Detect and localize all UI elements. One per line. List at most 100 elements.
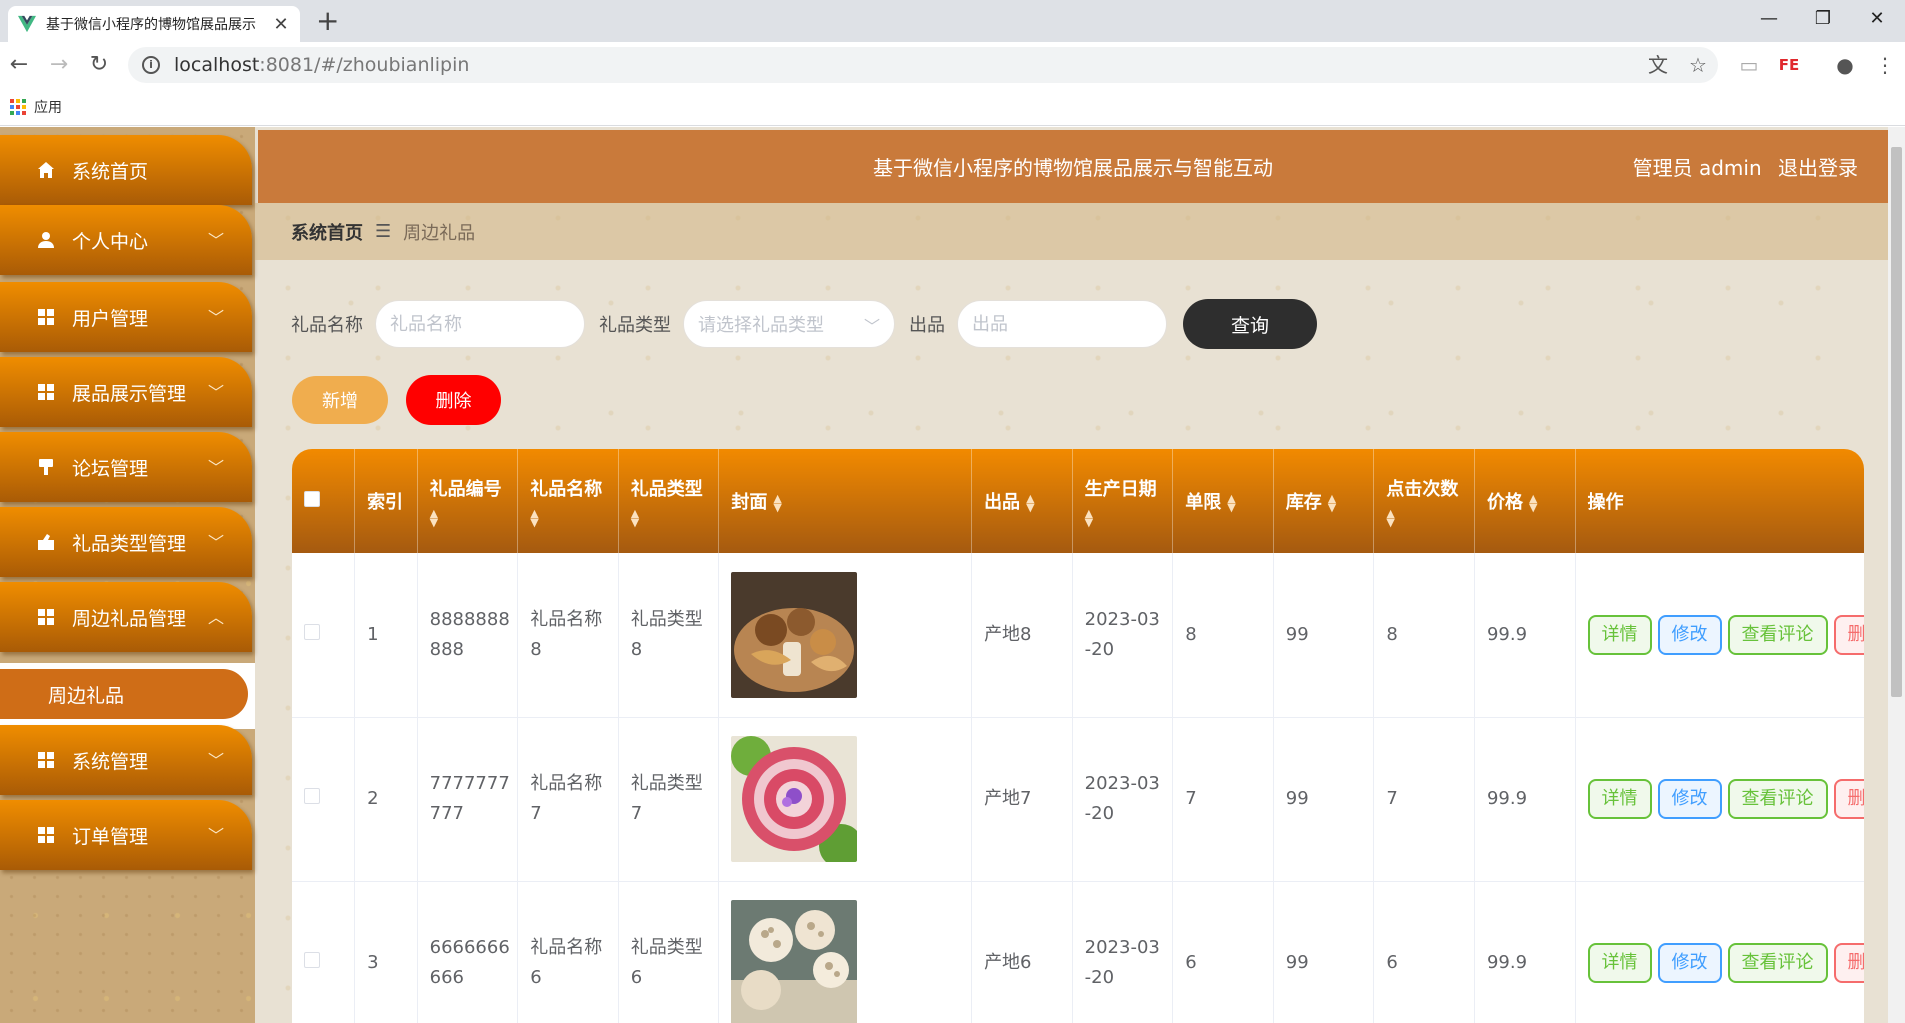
row-checkbox[interactable] [304, 952, 320, 968]
sort-icon[interactable]: ▲ ▼ [1085, 508, 1161, 528]
row-checkbox[interactable] [304, 623, 320, 640]
gift-name-input[interactable] [375, 300, 585, 348]
sidebar: 系统首页 个人中心 ﹀ 用户管理 ﹀ 展品展示管理 ﹀ 论坛管理 ﹀ 礼品类型管… [0, 127, 255, 1023]
col-code[interactable]: 礼品编号 ▲ ▼ [417, 449, 519, 553]
site-info-icon[interactable]: i [142, 56, 160, 74]
sort-icon[interactable]: ▲ ▼ [430, 508, 506, 528]
detail-button[interactable]: 详情 [1587, 614, 1652, 655]
delete-button[interactable]: 删除 [1833, 943, 1864, 983]
sort-icon[interactable]: ▲ ▼ [1227, 493, 1235, 513]
page-scrollbar[interactable] [1888, 127, 1905, 1023]
sidebar-item-profile[interactable]: 个人中心 ﹀ [0, 205, 252, 275]
cell-code: 7777777 777 [417, 717, 519, 882]
sidebar-item-forum[interactable]: 论坛管理 ﹀ [0, 432, 252, 502]
sidebar-item-exhibits[interactable]: 展品展示管理 ﹀ [0, 357, 252, 427]
logout-link[interactable]: 退出登录 [1778, 156, 1858, 180]
mushroom-photo[interactable] [731, 571, 858, 698]
col-clicks[interactable]: 点击次数 ▲ ▼ [1373, 449, 1475, 553]
sidebar-item-orders[interactable]: 订单管理 ﹀ [0, 800, 252, 870]
sort-icon[interactable]: ▲ ▼ [1529, 493, 1537, 513]
sidebar-item-gift-types[interactable]: 礼品类型管理 ﹀ [0, 507, 252, 577]
chevron-down-icon: ﹀ [207, 751, 224, 770]
forward-icon[interactable]: → [44, 50, 74, 80]
menu-kebab-icon[interactable]: ⋮ [1870, 50, 1900, 80]
new-tab-icon[interactable]: + [316, 6, 339, 36]
batch-delete-button[interactable]: 删除 [406, 375, 501, 425]
sidebar-item-label: 礼品类型管理 [72, 532, 187, 555]
browser-tab[interactable]: 基于微信小程序的博物馆展品展示 ✕ [8, 6, 300, 42]
reload-icon[interactable]: ↻ [84, 50, 114, 80]
close-tab-icon[interactable]: ✕ [272, 14, 290, 35]
select-all-checkbox[interactable] [304, 490, 320, 507]
delete-button[interactable]: 删除 [1833, 614, 1864, 655]
edit-button[interactable]: 修改 [1657, 779, 1722, 819]
col-stock[interactable]: 库存 ▲ ▼ [1273, 449, 1375, 553]
row-checkbox[interactable] [304, 788, 320, 804]
col-origin[interactable]: 出品 ▲ ▼ [971, 449, 1073, 553]
cell-date: 2023-03 -20 [1072, 553, 1174, 718]
cell-origin: 产地7 [971, 717, 1073, 882]
sidebar-item-home[interactable]: 系统首页 [0, 135, 252, 205]
detail-button[interactable]: 详情 [1587, 779, 1652, 819]
col-price[interactable]: 价格 ▲ ▼ [1474, 449, 1576, 553]
bookmark-star-icon[interactable]: ☆ [1683, 50, 1713, 80]
back-icon[interactable]: ← [4, 50, 34, 80]
cell-code: 8888888 888 [417, 553, 519, 718]
sort-icon[interactable]: ▲ ▼ [1386, 508, 1462, 528]
cell-date: 2023-03 -20 [1072, 881, 1174, 1023]
gift-type-select[interactable]: 请选择礼品类型 ﹀ [683, 300, 895, 348]
sort-icon[interactable]: ▲ ▼ [1328, 493, 1336, 513]
view-comments-button[interactable]: 查看评论 [1727, 943, 1828, 983]
cell-clicks: 8 [1373, 553, 1475, 718]
col-limit[interactable]: 单限 ▲ ▼ [1172, 449, 1274, 553]
close-window-icon[interactable]: ✕ [1854, 4, 1900, 34]
browser-tab-bar: 基于微信小程序的博物馆展品展示 ✕ + — ❐ ✕ [0, 0, 1905, 42]
apps-grid-icon[interactable] [10, 98, 26, 115]
col-cover[interactable]: 封面 ▲ ▼ [718, 449, 973, 553]
col-date[interactable]: 生产日期 ▲ ▼ [1072, 449, 1174, 553]
extension-fe-icon[interactable]: FE [1774, 50, 1804, 80]
cell-text: 2023-03 [1084, 937, 1160, 958]
view-comments-button[interactable]: 查看评论 [1727, 779, 1828, 819]
minimize-icon[interactable]: — [1746, 4, 1792, 34]
breadcrumb-home[interactable]: 系统首页 [291, 219, 363, 245]
origin-input[interactable] [957, 300, 1167, 348]
sidebar-item-users[interactable]: 用户管理 ﹀ [0, 282, 252, 352]
chevron-down-icon: ﹀ [863, 317, 880, 336]
address-bar[interactable]: i localhost:8081/#/zhoubianlipin [128, 47, 1718, 83]
browser-toolbar: ← → ↻ i localhost:8081/#/zhoubianlipin 文… [0, 42, 1905, 88]
bookmark-apps[interactable]: 应用 [34, 97, 62, 117]
origin-label: 出品 [909, 315, 945, 336]
lotus-photo[interactable] [731, 900, 858, 1023]
delete-button[interactable]: 删除 [1833, 779, 1864, 819]
sidebar-item-gifts[interactable]: 周边礼品管理 ︿ [0, 582, 252, 652]
translate-icon[interactable]: 文 [1643, 50, 1673, 80]
sort-icon[interactable]: ▲ ▼ [1026, 493, 1034, 513]
detail-button[interactable]: 详情 [1587, 943, 1652, 983]
col-name[interactable]: 礼品名称 ▲ ▼ [517, 449, 619, 553]
add-button[interactable]: 新增 [292, 376, 388, 424]
cell-actions: 详情修改查看评论删除 [1575, 881, 1864, 1023]
meat-photo[interactable] [731, 736, 858, 862]
profile-icon[interactable]: ● [1830, 50, 1860, 80]
cell-code: 6666666 666 [417, 881, 519, 1023]
chevron-down-icon: ﹀ [207, 231, 224, 250]
sort-icon[interactable]: ▲ ▼ [530, 508, 606, 528]
cell-text: 7 [630, 803, 643, 824]
chevron-down-icon: ﹀ [207, 458, 224, 477]
edit-button[interactable]: 修改 [1657, 614, 1722, 655]
sort-icon[interactable]: ▲ ▼ [631, 508, 707, 528]
scrollbar-thumb[interactable] [1891, 147, 1902, 697]
sidebar-item-system[interactable]: 系统管理 ﹀ [0, 725, 252, 795]
edit-button[interactable]: 修改 [1657, 943, 1722, 983]
sort-icon[interactable]: ▲ ▼ [773, 493, 781, 513]
view-comments-button[interactable]: 查看评论 [1727, 614, 1828, 655]
restore-icon[interactable]: ❐ [1800, 4, 1846, 34]
gift-table: 索引 礼品编号 ▲ ▼ 礼品名称 ▲ ▼ 礼品类型 ▲ ▼ 封面 ▲ ▼ 出品 ▲ ▼ 生产日期 ▲ ▼… [292, 449, 1864, 1023]
sidebar-item-label: 系统管理 [72, 750, 149, 773]
sidebar-subitem-gifts[interactable]: 周边礼品 [0, 669, 248, 719]
cell-type: 礼品类型 8 [618, 553, 720, 718]
query-button[interactable]: 查询 [1183, 299, 1317, 349]
cast-icon[interactable]: ▭ [1734, 50, 1764, 80]
col-type[interactable]: 礼品类型 ▲ ▼ [618, 449, 720, 553]
